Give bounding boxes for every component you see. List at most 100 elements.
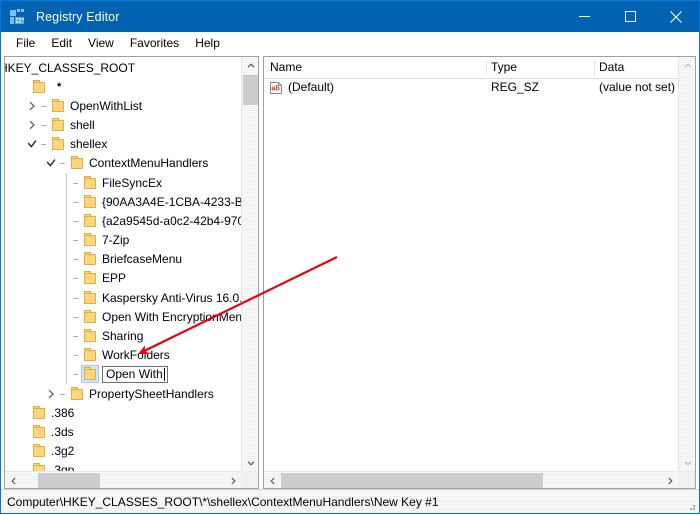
tree-item[interactable]: {a2a9545d-a0c2-42b4-970 xyxy=(5,211,241,231)
folder-icon xyxy=(82,270,98,286)
tree-item[interactable]: {90AA3A4E-1CBA-4233-B xyxy=(5,192,241,212)
values-scroll-up-icon[interactable] xyxy=(679,57,695,74)
tree-connector-line xyxy=(62,230,72,250)
tree-item[interactable]: EPP xyxy=(5,268,241,289)
registry-tree: HKEY_CLASSES_ROOT * OpenWithList shell shell… xyxy=(5,57,241,471)
folder-icon xyxy=(50,98,66,114)
values-horizontal-thumb[interactable] xyxy=(281,473,543,488)
tree-vertical-scrollbar[interactable] xyxy=(241,57,258,471)
tree-item[interactable]: WorkFolders xyxy=(5,345,241,366)
tree-expander-collapsed-icon[interactable] xyxy=(43,386,59,402)
tree-expander-collapsed-icon[interactable] xyxy=(24,98,40,114)
tree-connector xyxy=(59,386,69,402)
tree-connector-line xyxy=(62,172,72,193)
values-scroll-down-icon[interactable] xyxy=(679,454,695,471)
tree-connector xyxy=(40,136,50,152)
folder-icon xyxy=(82,328,98,344)
tree-item[interactable]: .3ds xyxy=(5,422,241,441)
folder-icon xyxy=(69,386,85,402)
folder-icon xyxy=(31,405,47,421)
tree-item[interactable]: .3g2 xyxy=(5,442,241,461)
tree-vertical-thumb[interactable] xyxy=(243,75,258,105)
maximize-button[interactable] xyxy=(607,1,653,32)
table-row[interactable]: ab (Default) REG_SZ (value not set) xyxy=(264,79,678,97)
tree-item-label: PropertySheetHandlers xyxy=(89,386,214,401)
tree-item-label: .3ds xyxy=(51,424,74,439)
tree-item[interactable]: ContextMenuHandlers xyxy=(5,154,241,173)
column-header-type[interactable]: Type xyxy=(491,60,517,74)
resize-grip-icon[interactable] xyxy=(686,500,696,510)
tree-expander-placeholder xyxy=(5,443,21,459)
column-divider-name-type[interactable] xyxy=(486,60,487,75)
tree-horizontal-thumb[interactable] xyxy=(38,473,100,488)
tree-item[interactable]: Kaspersky Anti-Virus 16.0. xyxy=(5,288,241,308)
minimize-button[interactable] xyxy=(561,1,607,32)
tree-connector-line xyxy=(62,326,72,346)
rename-textbox[interactable]: Open With xyxy=(102,365,168,383)
tree-expander-collapsed-icon[interactable] xyxy=(24,117,40,133)
folder-icon xyxy=(31,79,47,95)
tree-item[interactable]: FileSyncEx xyxy=(5,172,241,193)
value-type-cell: REG_SZ xyxy=(491,80,540,94)
folder-icon xyxy=(81,365,99,384)
tree-connector xyxy=(72,347,82,363)
values-scroll-left-icon[interactable] xyxy=(264,472,281,488)
tree-item[interactable]: OpenWithList xyxy=(5,96,241,115)
tree-item[interactable]: .3gp xyxy=(5,461,241,471)
tree-connector-line xyxy=(62,288,72,308)
tree-expander-expanded-icon[interactable] xyxy=(43,155,59,171)
tree-expander-placeholder xyxy=(5,79,21,95)
tree-item[interactable]: .386 xyxy=(5,403,241,422)
values-horizontal-scrollbar[interactable] xyxy=(264,471,678,488)
tree-item-label: shell xyxy=(70,117,95,132)
tree-item-root[interactable]: HKEY_CLASSES_ROOT xyxy=(5,58,241,77)
menu-file[interactable]: File xyxy=(8,34,43,52)
menu-favorites[interactable]: Favorites xyxy=(122,34,187,52)
close-button[interactable] xyxy=(653,1,699,32)
tree-item[interactable]: PropertySheetHandlers xyxy=(5,384,241,403)
folder-icon xyxy=(82,309,98,325)
tree-connector-line xyxy=(62,345,72,366)
tree-item-label: shellex xyxy=(70,137,108,152)
tree-connector xyxy=(72,251,82,267)
values-vertical-scrollbar[interactable] xyxy=(678,57,695,471)
tree-connector xyxy=(72,175,82,191)
registry-values-pane: Name Type Data ab (Default) REG_SZ (valu… xyxy=(263,56,696,489)
tree-item-label: Sharing xyxy=(102,329,144,344)
folder-icon xyxy=(69,155,85,171)
column-header-name[interactable]: Name xyxy=(270,60,302,74)
tree-item[interactable]: BriefcaseMenu xyxy=(5,249,241,270)
values-scroll-corner xyxy=(678,471,695,488)
column-divider-type-data[interactable] xyxy=(594,60,595,75)
tree-connector xyxy=(72,328,82,344)
tree-scroll-down-icon[interactable] xyxy=(242,454,258,471)
tree-item-label: FileSyncEx xyxy=(102,175,163,190)
menu-help[interactable]: Help xyxy=(187,34,228,52)
tree-scroll-up-icon[interactable] xyxy=(242,57,258,74)
values-scroll-right-icon[interactable] xyxy=(661,472,678,488)
tree-item[interactable]: Open With EncryptionMen xyxy=(5,307,241,327)
content-area: HKEY_CLASSES_ROOT * OpenWithList shell shell… xyxy=(1,54,699,489)
status-path-text: Computer\HKEY_CLASSES_ROOT\*\shellex\Con… xyxy=(7,494,439,509)
window-title: Registry Editor xyxy=(36,9,120,24)
tree-scroll-right-icon[interactable] xyxy=(224,472,241,488)
tree-item-renaming[interactable]: Open With xyxy=(5,364,241,385)
tree-item[interactable]: shellex xyxy=(5,135,241,154)
tree-item[interactable]: * xyxy=(5,77,241,96)
column-header-data[interactable]: Data xyxy=(599,60,624,74)
tree-item[interactable]: 7-Zip xyxy=(5,230,241,250)
tree-expander-expanded-icon[interactable] xyxy=(24,136,40,152)
values-list-body: ab (Default) REG_SZ (value not set) xyxy=(264,79,678,471)
menu-edit[interactable]: Edit xyxy=(43,34,80,52)
title-bar: Registry Editor xyxy=(1,1,699,32)
tree-connector xyxy=(72,194,82,210)
menu-view[interactable]: View xyxy=(80,34,122,52)
tree-scroll-left-icon[interactable] xyxy=(5,472,22,488)
tree-connector-line xyxy=(62,364,72,385)
tree-item[interactable]: shell xyxy=(5,115,241,134)
tree-horizontal-scrollbar[interactable] xyxy=(5,471,241,488)
menu-bar: File Edit View Favorites Help xyxy=(1,32,699,54)
rename-textbox-value: Open With xyxy=(106,366,163,381)
tree-item[interactable]: Sharing xyxy=(5,326,241,346)
value-name-cell: (Default) xyxy=(288,80,335,94)
